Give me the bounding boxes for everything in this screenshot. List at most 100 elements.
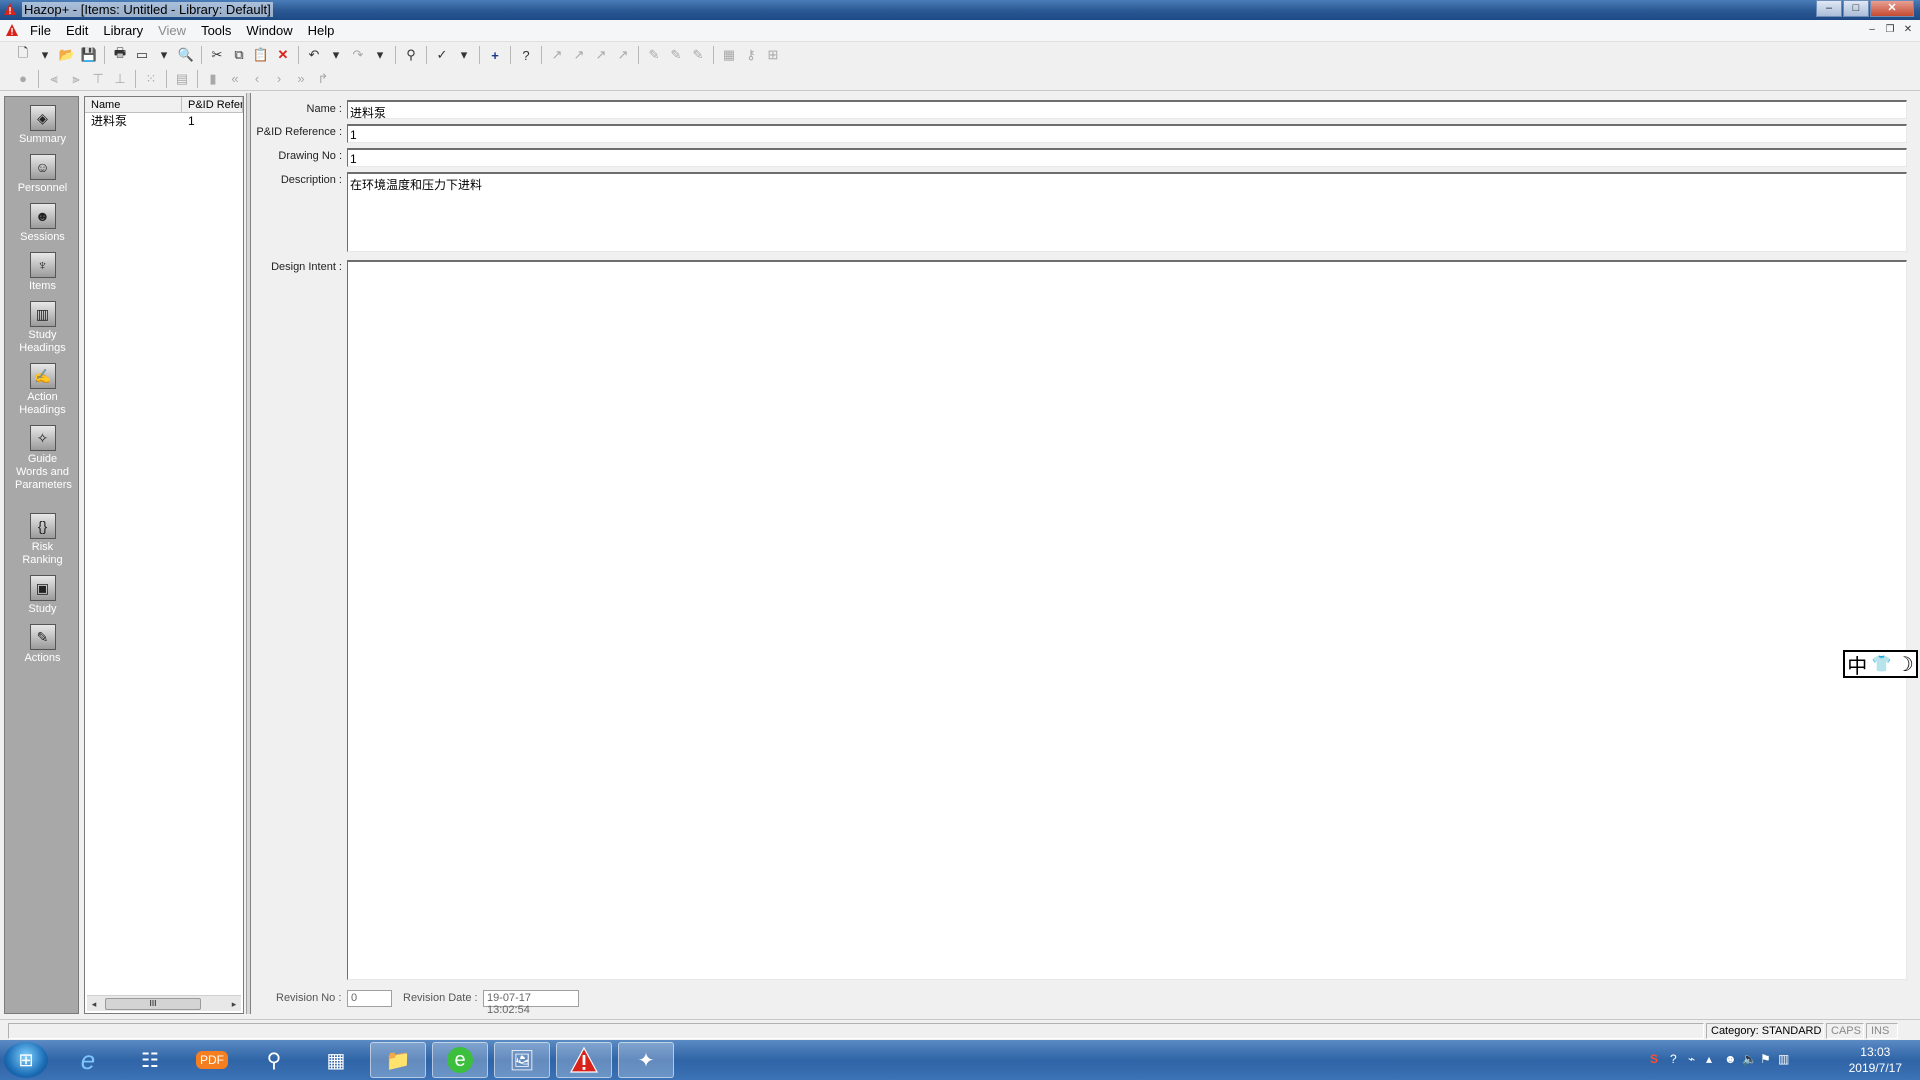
list-item[interactable]: 进料泵 1 [85, 113, 243, 129]
menu-help[interactable]: Help [308, 23, 335, 38]
link-remove-icon[interactable]: ↗ [612, 45, 634, 65]
page-setup-icon[interactable]: ▭ [131, 45, 153, 65]
spell-check-dropdown-icon[interactable]: ▾ [453, 45, 475, 65]
action-edit-icon[interactable]: ✎ [665, 45, 687, 65]
show-hidden-icons-icon[interactable]: ▴ [1706, 1052, 1712, 1066]
goto-icon[interactable]: ↱ [312, 69, 334, 89]
menu-library[interactable]: Library [103, 23, 143, 38]
drawing-no-field[interactable]: 1 [347, 148, 1907, 167]
key-icon[interactable]: ⚷ [740, 45, 762, 65]
horizontal-scrollbar[interactable]: ◂ III ▸ [87, 995, 241, 1011]
page-setup-dropdown-icon[interactable]: ▾ [153, 45, 175, 65]
sogou-input-icon[interactable]: S [1650, 1052, 1658, 1066]
action-center-icon[interactable]: ⚑ [1760, 1052, 1771, 1066]
align-bottom-icon[interactable]: ⊥ [109, 69, 131, 89]
nav-study[interactable]: ▣ Study [5, 575, 80, 616]
browser-icon[interactable]: e [432, 1042, 488, 1078]
print-icon[interactable]: 🖶 [109, 45, 131, 65]
first-record-icon[interactable]: « [224, 69, 246, 89]
internet-explorer-icon[interactable]: e [60, 1042, 116, 1078]
menu-view[interactable]: View [158, 23, 186, 38]
hazop-taskbar-icon[interactable] [556, 1042, 612, 1078]
menu-tools[interactable]: Tools [201, 23, 231, 38]
link-add-icon[interactable]: ↗ [568, 45, 590, 65]
print-preview-icon[interactable]: 🔍 [175, 45, 197, 65]
document-warning-icon[interactable] [5, 23, 19, 40]
align-left-icon[interactable]: ⫷ [43, 69, 65, 89]
media-app-icon[interactable]: ✦ [618, 1042, 674, 1078]
clock[interactable]: 13:03 2019/7/17 [1849, 1044, 1902, 1076]
help-context-icon[interactable]: ? [515, 45, 537, 65]
new-icon[interactable]: 🗋 [12, 45, 34, 65]
maximize-button[interactable]: □ [1843, 0, 1869, 17]
undo-dropdown-icon[interactable]: ▾ [325, 45, 347, 65]
grid-icon[interactable]: ▦ [718, 45, 740, 65]
pane-splitter[interactable] [246, 93, 251, 1014]
align-top-icon[interactable]: ⊤ [87, 69, 109, 89]
nav-study-headings[interactable]: ▥ Study Headings [5, 301, 80, 355]
ime-skin-icon[interactable]: 👕 [1872, 654, 1892, 674]
app-grid-icon[interactable]: ☷ [122, 1042, 178, 1078]
file-explorer-icon[interactable]: 📁 [370, 1042, 426, 1078]
image-viewer-icon[interactable]: 🖼 [494, 1042, 550, 1078]
search-tool-icon[interactable]: ⚲ [246, 1042, 302, 1078]
nav-personnel[interactable]: ☺ Personnel [5, 154, 80, 195]
copy-icon[interactable]: ⧉ [228, 45, 250, 65]
scroll-right-icon[interactable]: ▸ [227, 996, 241, 1012]
nav-summary[interactable]: ◈ Summary [5, 105, 80, 146]
add-icon[interactable]: + [484, 45, 506, 65]
nav-guide-words[interactable]: ✧ Guide Words and Parameters [5, 425, 80, 492]
scroll-left-icon[interactable]: ◂ [87, 996, 101, 1012]
redo-dropdown-icon[interactable]: ▾ [369, 45, 391, 65]
description-field[interactable]: 在环境温度和压力下进料 [347, 172, 1907, 252]
menu-file[interactable]: File [30, 23, 51, 38]
scroll-thumb[interactable]: III [105, 998, 201, 1010]
undo-icon[interactable]: ↶ [303, 45, 325, 65]
help-tray-icon[interactable]: ? [1670, 1052, 1677, 1066]
nav-actions[interactable]: ✎ Actions [5, 624, 80, 665]
nav-action-headings[interactable]: ✍ Action Headings [5, 363, 80, 417]
revision-no-field[interactable]: 0 [347, 990, 392, 1007]
network-status-icon[interactable]: ▥ [1778, 1052, 1789, 1066]
table-icon[interactable]: ⊞ [762, 45, 784, 65]
last-record-icon[interactable]: » [290, 69, 312, 89]
nav-sessions[interactable]: ☻ Sessions [5, 203, 80, 244]
calculator-icon[interactable]: ▦ [308, 1042, 364, 1078]
network-tray-icon[interactable]: ⌁ [1688, 1052, 1695, 1066]
form-view-icon[interactable]: ▤ [171, 69, 193, 89]
minimize-button[interactable]: – [1816, 0, 1842, 17]
delete-icon[interactable]: ✕ [272, 45, 294, 65]
start-windows-icon[interactable]: ⊞ [4, 1042, 48, 1078]
nav-items[interactable]: ♆ Items [5, 252, 80, 293]
redo-icon[interactable]: ↷ [347, 45, 369, 65]
spell-check-icon[interactable]: ✓ [431, 45, 453, 65]
cut-icon[interactable]: ✂ [206, 45, 228, 65]
grid-dots-icon[interactable]: ⁙ [140, 69, 162, 89]
mdi-close-button[interactable]: ✕ [1900, 23, 1916, 37]
open-folder-icon[interactable]: 📂 [56, 45, 78, 65]
ime-chinese-mode-icon[interactable]: 中 [1847, 650, 1867, 679]
column-header-name[interactable]: Name [85, 97, 182, 112]
new-dropdown-icon[interactable]: ▾ [34, 45, 56, 65]
ime-toolbar[interactable]: 中 👕 ☽ [1843, 650, 1918, 678]
mdi-minimize-button[interactable]: – [1864, 23, 1880, 37]
align-right-icon[interactable]: ⫸ [65, 69, 87, 89]
ime-half-width-icon[interactable]: ☽ [1896, 652, 1914, 677]
volume-icon[interactable]: 🔈 [1742, 1052, 1757, 1066]
bookmark-icon[interactable]: ▮ [202, 69, 224, 89]
column-header-pid-reference[interactable]: P&ID Refer [182, 97, 243, 112]
qq-tray-icon[interactable]: ☻ [1724, 1052, 1737, 1066]
menu-window[interactable]: Window [246, 23, 292, 38]
paste-icon[interactable]: 📋 [250, 45, 272, 65]
link-edit-icon[interactable]: ↗ [590, 45, 612, 65]
design-intent-field[interactable] [347, 260, 1907, 980]
next-record-icon[interactable]: › [268, 69, 290, 89]
action-icon[interactable]: ✎ [643, 45, 665, 65]
find-binoculars-icon[interactable]: ⚲ [400, 45, 422, 65]
revision-date-field[interactable]: 19-07-17 13:02:54 [483, 990, 579, 1016]
pdf-reader-icon[interactable]: PDF [184, 1042, 240, 1078]
save-icon[interactable]: 💾 [78, 45, 100, 65]
link-icon[interactable]: ↗ [546, 45, 568, 65]
previous-record-icon[interactable]: ‹ [246, 69, 268, 89]
action-remove-icon[interactable]: ✎ [687, 45, 709, 65]
